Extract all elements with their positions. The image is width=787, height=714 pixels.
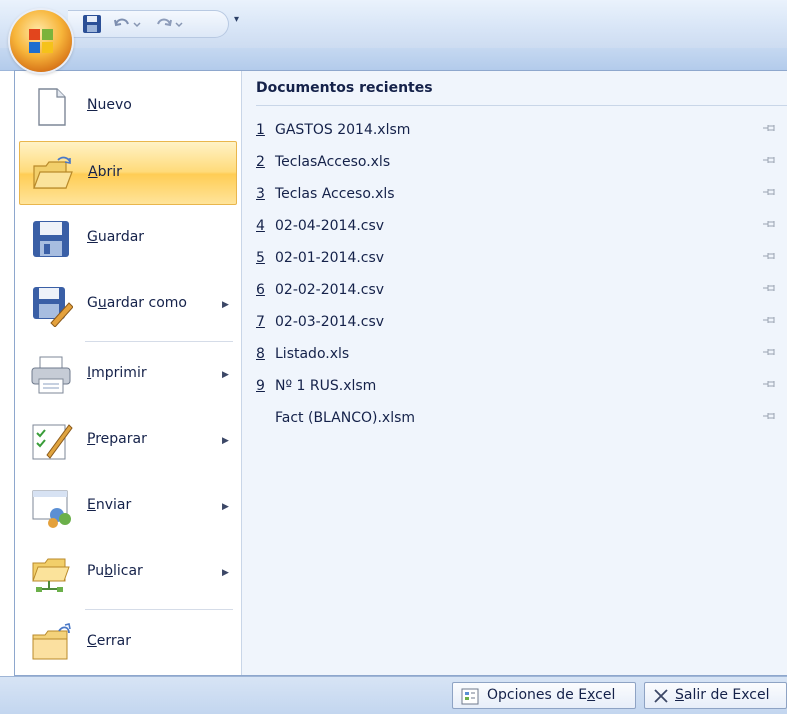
menu-footer: Opciones de Excel Salir de Excel bbox=[0, 676, 787, 714]
save-icon[interactable] bbox=[82, 14, 102, 38]
submenu-arrow-icon: ▶ bbox=[222, 370, 229, 380]
menu-item-label: Guardar bbox=[87, 229, 145, 245]
excel-options-button[interactable]: Opciones de Excel bbox=[452, 682, 636, 709]
recent-document-item[interactable]: 7 02-03-2014.csv bbox=[256, 310, 787, 334]
exit-excel-button[interactable]: Salir de Excel bbox=[644, 682, 787, 709]
menu-item-publicar[interactable]: Publicar ▶ bbox=[19, 541, 237, 605]
recent-documents-pane: Documentos recientes 1 GASTOS 2014.xlsm … bbox=[242, 71, 787, 675]
pin-icon[interactable] bbox=[762, 314, 778, 330]
exit-excel-label: Salir de Excel bbox=[675, 687, 770, 703]
recent-document-item[interactable]: Fact (BLANCO).xlsm bbox=[256, 406, 787, 430]
recent-document-item[interactable]: 3 Teclas Acceso.xls bbox=[256, 182, 787, 206]
save-as-icon bbox=[33, 287, 73, 327]
pin-icon[interactable] bbox=[762, 410, 778, 426]
options-icon bbox=[461, 688, 479, 705]
undo-icon[interactable] bbox=[112, 14, 142, 38]
menu-item-label: Cerrar bbox=[87, 633, 131, 649]
menu-item-label: Enviar bbox=[87, 497, 132, 513]
office-menu-window: ▾ Nuevo Abrir Guardar Guardar como ▶ Imp… bbox=[0, 0, 787, 714]
recent-document-item[interactable]: 2 TeclasAcceso.xls bbox=[256, 150, 787, 174]
recent-document-item[interactable]: 9 Nº 1 RUS.xlsm bbox=[256, 374, 787, 398]
submenu-arrow-icon: ▶ bbox=[222, 568, 229, 578]
menu-item-abrir[interactable]: Abrir bbox=[19, 141, 237, 205]
customize-toolbar-icon[interactable]: ▾ bbox=[234, 14, 239, 25]
pin-icon[interactable] bbox=[762, 282, 778, 298]
menu-separator bbox=[85, 341, 233, 342]
new-document-icon bbox=[38, 88, 66, 126]
close-folder-icon bbox=[32, 623, 71, 660]
submenu-arrow-icon: ▶ bbox=[222, 502, 229, 512]
pin-icon[interactable] bbox=[762, 346, 778, 362]
menu-item-label: Abrir bbox=[88, 164, 122, 180]
pin-icon[interactable] bbox=[762, 218, 778, 234]
send-icon bbox=[32, 490, 71, 528]
recent-documents-title: Documentos recientes bbox=[256, 80, 433, 96]
excel-options-label: Opciones de Excel bbox=[487, 687, 616, 703]
menu-item-cerrar[interactable]: Cerrar bbox=[19, 611, 237, 675]
prepare-icon bbox=[32, 424, 73, 460]
menu-item-label: Publicar bbox=[87, 563, 143, 579]
pin-icon[interactable] bbox=[762, 250, 778, 266]
menu-item-guardar-como[interactable]: Guardar como ▶ bbox=[19, 273, 237, 337]
office-logo-icon bbox=[29, 29, 53, 53]
open-folder-icon bbox=[33, 156, 73, 189]
recent-document-item[interactable]: 1 GASTOS 2014.xlsm bbox=[256, 118, 787, 142]
close-icon bbox=[654, 689, 668, 703]
menu-item-imprimir[interactable]: Imprimir ▶ bbox=[19, 343, 237, 407]
pin-icon[interactable] bbox=[762, 122, 778, 138]
title-divider bbox=[256, 105, 787, 106]
menu-commands: Nuevo Abrir Guardar Guardar como ▶ Impri… bbox=[15, 71, 242, 675]
recent-document-item[interactable]: 4 02-04-2014.csv bbox=[256, 214, 787, 238]
office-menu: Nuevo Abrir Guardar Guardar como ▶ Impri… bbox=[14, 70, 787, 676]
submenu-arrow-icon: ▶ bbox=[222, 300, 229, 310]
recent-document-item[interactable]: 5 02-01-2014.csv bbox=[256, 246, 787, 270]
menu-item-label: Imprimir bbox=[87, 365, 147, 381]
redo-icon[interactable] bbox=[154, 14, 184, 38]
pin-icon[interactable] bbox=[762, 186, 778, 202]
recent-document-item[interactable]: 8 Listado.xls bbox=[256, 342, 787, 366]
menu-item-preparar[interactable]: Preparar ▶ bbox=[19, 409, 237, 473]
pin-icon[interactable] bbox=[762, 378, 778, 394]
save-icon bbox=[33, 221, 69, 257]
menu-item-nuevo[interactable]: Nuevo bbox=[19, 75, 237, 139]
quick-access-toolbar: ▾ bbox=[0, 0, 787, 49]
menu-separator bbox=[85, 609, 233, 610]
menu-item-label: Preparar bbox=[87, 431, 147, 447]
title-strip bbox=[0, 48, 787, 71]
pin-icon[interactable] bbox=[762, 154, 778, 170]
submenu-arrow-icon: ▶ bbox=[222, 436, 229, 446]
menu-item-label: Guardar como bbox=[87, 295, 187, 311]
menu-item-guardar[interactable]: Guardar bbox=[19, 207, 237, 271]
quick-access-group bbox=[68, 10, 229, 38]
print-icon bbox=[31, 356, 71, 394]
recent-document-item[interactable]: 6 02-02-2014.csv bbox=[256, 278, 787, 302]
office-button[interactable] bbox=[10, 10, 72, 72]
publish-icon bbox=[32, 558, 70, 592]
menu-item-label: Nuevo bbox=[87, 97, 132, 113]
menu-item-enviar[interactable]: Enviar ▶ bbox=[19, 475, 237, 539]
